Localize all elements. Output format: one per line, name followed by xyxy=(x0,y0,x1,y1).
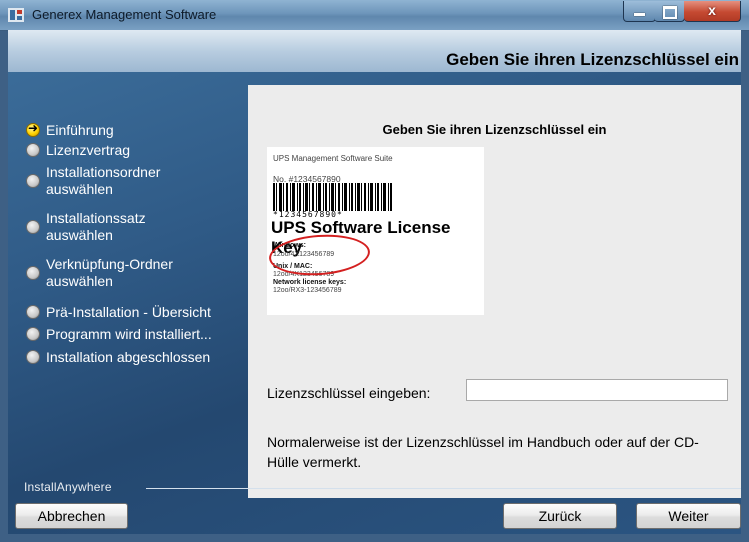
step-bullet-icon xyxy=(26,266,40,280)
installanywhere-brand: InstallAnywhere xyxy=(24,480,112,494)
installer-content: Geben Sie ihren Lizenzschlüssel ein Einf… xyxy=(8,30,741,534)
card-suite-text: UPS Management Software Suite xyxy=(273,154,393,163)
step-item: Installationsordner auswählen xyxy=(26,164,206,198)
license-key-label: Lizenzschlüssel eingeben: xyxy=(267,385,431,401)
minimize-button[interactable] xyxy=(623,1,656,22)
license-panel: Geben Sie ihren Lizenzschlüssel ein UPS … xyxy=(248,85,741,498)
cancel-button[interactable]: Abbrechen xyxy=(15,503,128,529)
barcode-icon xyxy=(273,183,392,211)
back-button[interactable]: Zurück xyxy=(503,503,617,529)
license-key-input[interactable] xyxy=(466,379,728,401)
step-item: Verknüpfung-Ordner auswählen xyxy=(26,256,206,290)
step-item: Einführung xyxy=(26,121,114,139)
step-item: Installationssatz auswählen xyxy=(26,210,206,244)
step-item: Lizenzvertrag xyxy=(26,142,130,159)
license-card-image: UPS Management Software Suite No. #12345… xyxy=(267,147,484,315)
close-icon: x xyxy=(708,2,716,18)
step-label: Lizenzvertrag xyxy=(46,142,131,158)
step-bullet-icon xyxy=(26,327,40,341)
step-bullet-icon xyxy=(26,305,40,319)
card-network-key: 12oo/RX3-123456789 xyxy=(273,287,342,294)
step-bullet-icon xyxy=(26,350,40,364)
panel-heading: Geben Sie ihren Lizenzschlüssel ein xyxy=(382,122,607,137)
title-bar[interactable]: Generex Management Software x xyxy=(0,0,749,31)
step-bullet-icon xyxy=(26,143,40,157)
installer-window: Generex Management Software x Geben Sie … xyxy=(0,0,749,542)
maximize-button[interactable] xyxy=(654,1,685,22)
step-label: Installation abgeschlossen xyxy=(46,349,211,365)
header-bar: Geben Sie ihren Lizenzschlüssel ein xyxy=(8,30,741,72)
step-item: Programm wird installiert... xyxy=(26,326,212,343)
page-title: Geben Sie ihren Lizenzschlüssel ein xyxy=(446,50,739,69)
step-item: Prä-Installation - Übersicht xyxy=(26,304,211,321)
window-title: Generex Management Software xyxy=(32,7,217,22)
step-label: Installationssatz auswählen xyxy=(46,210,146,243)
step-item: Installation abgeschlossen xyxy=(26,349,210,366)
footer-divider xyxy=(146,488,741,489)
license-hint-text: Normalerweise ist der Lizenzschlüssel im… xyxy=(267,434,699,470)
card-network-label: Network license keys: xyxy=(273,279,347,286)
step-label: Prä-Installation - Übersicht xyxy=(46,304,211,320)
step-label: Programm wird installiert... xyxy=(46,326,212,342)
next-button[interactable]: Weiter xyxy=(636,503,741,529)
current-step-arrow-icon xyxy=(26,121,40,137)
app-icon xyxy=(8,8,24,22)
step-label: Installationsordner auswählen xyxy=(46,164,161,197)
step-bullet-icon xyxy=(26,220,40,234)
step-label: Einführung xyxy=(46,122,114,138)
close-button[interactable]: x xyxy=(684,1,741,22)
step-bullet-icon xyxy=(26,174,40,188)
step-label: Verknüpfung-Ordner auswählen xyxy=(46,256,173,289)
